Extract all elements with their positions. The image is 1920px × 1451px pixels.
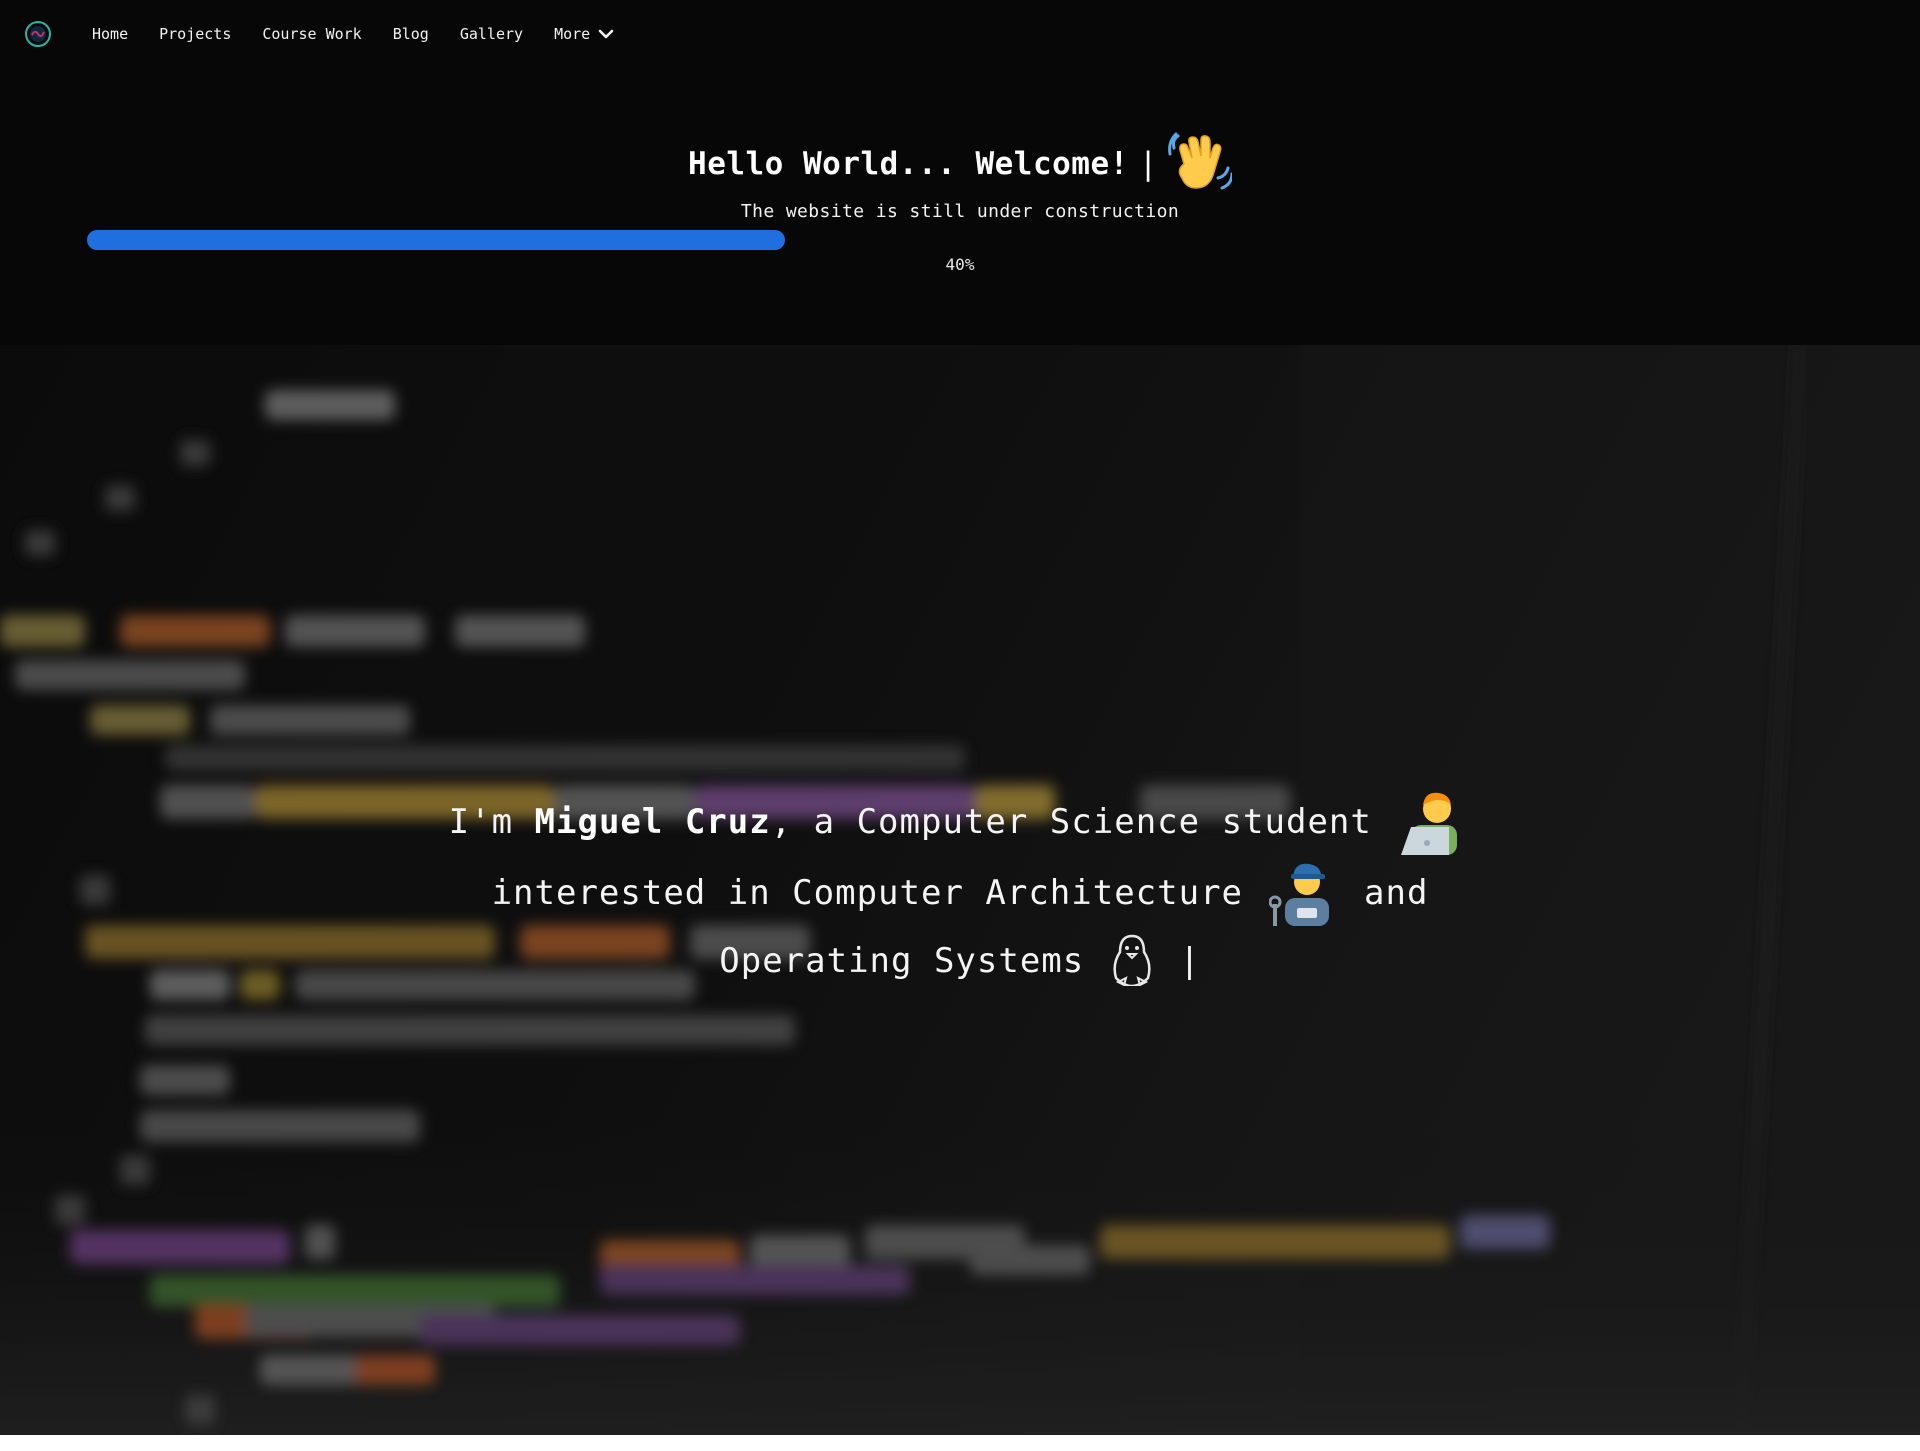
hero-section: I'm Miguel Cruz, a Computer Science stud… — [0, 345, 1920, 1435]
typing-cursor: | — [1138, 146, 1158, 182]
chevron-down-icon — [598, 29, 614, 39]
hero-line-2-start: interested in Computer Architecture — [491, 873, 1244, 913]
page-bottom — [0, 1435, 1920, 1451]
welcome-heading: Hello World... Welcome! | — [0, 130, 1920, 194]
construction-notice: The website is still under construction — [740, 201, 1180, 222]
hero-line-2: interested in Computer Architecture and — [0, 856, 1920, 927]
navbar: Home Projects Course Work Blog Gallery M… — [0, 0, 1920, 68]
nav-links: Home Projects Course Work Blog Gallery M… — [92, 0, 614, 68]
hero-name: Miguel Cruz — [534, 802, 771, 842]
construction-banner: Hello World... Welcome! | The website is … — [0, 68, 1920, 345]
hero-intro: I'm Miguel Cruz, a Computer Science stud… — [0, 785, 1920, 995]
nav-item-blog[interactable]: Blog — [393, 25, 429, 43]
nav-item-course-work[interactable]: Course Work — [262, 25, 361, 43]
hero-prefix: I'm — [448, 802, 535, 842]
welcome-text: Hello World... Welcome! — [688, 146, 1129, 182]
nav-item-gallery[interactable]: Gallery — [460, 25, 523, 43]
penguin-icon — [1113, 934, 1151, 986]
nav-item-home[interactable]: Home — [92, 25, 128, 43]
hero-line-3-text: Operating Systems — [719, 941, 1085, 981]
hero-line-3: Operating Systems | — [0, 927, 1920, 995]
hero-line-2-end: and — [1364, 873, 1429, 913]
technologist-icon — [1401, 792, 1458, 855]
waving-hand-icon — [1168, 132, 1232, 190]
progress-bar — [87, 230, 1833, 250]
progress-bar-fill — [87, 230, 786, 250]
typing-cursor-hero: | — [1179, 941, 1201, 981]
nav-item-projects[interactable]: Projects — [159, 25, 231, 43]
progress-percent: 40% — [945, 255, 975, 274]
nav-item-more[interactable]: More — [554, 25, 614, 43]
mechanic-icon — [1268, 863, 1329, 926]
site-logo-icon[interactable] — [24, 20, 52, 48]
hero-line-1: I'm Miguel Cruz, a Computer Science stud… — [0, 785, 1920, 856]
hero-line-1-rest: , a Computer Science student — [770, 802, 1372, 842]
nav-item-more-label: More — [554, 25, 591, 43]
page: Home Projects Course Work Blog Gallery M… — [0, 0, 1920, 1451]
